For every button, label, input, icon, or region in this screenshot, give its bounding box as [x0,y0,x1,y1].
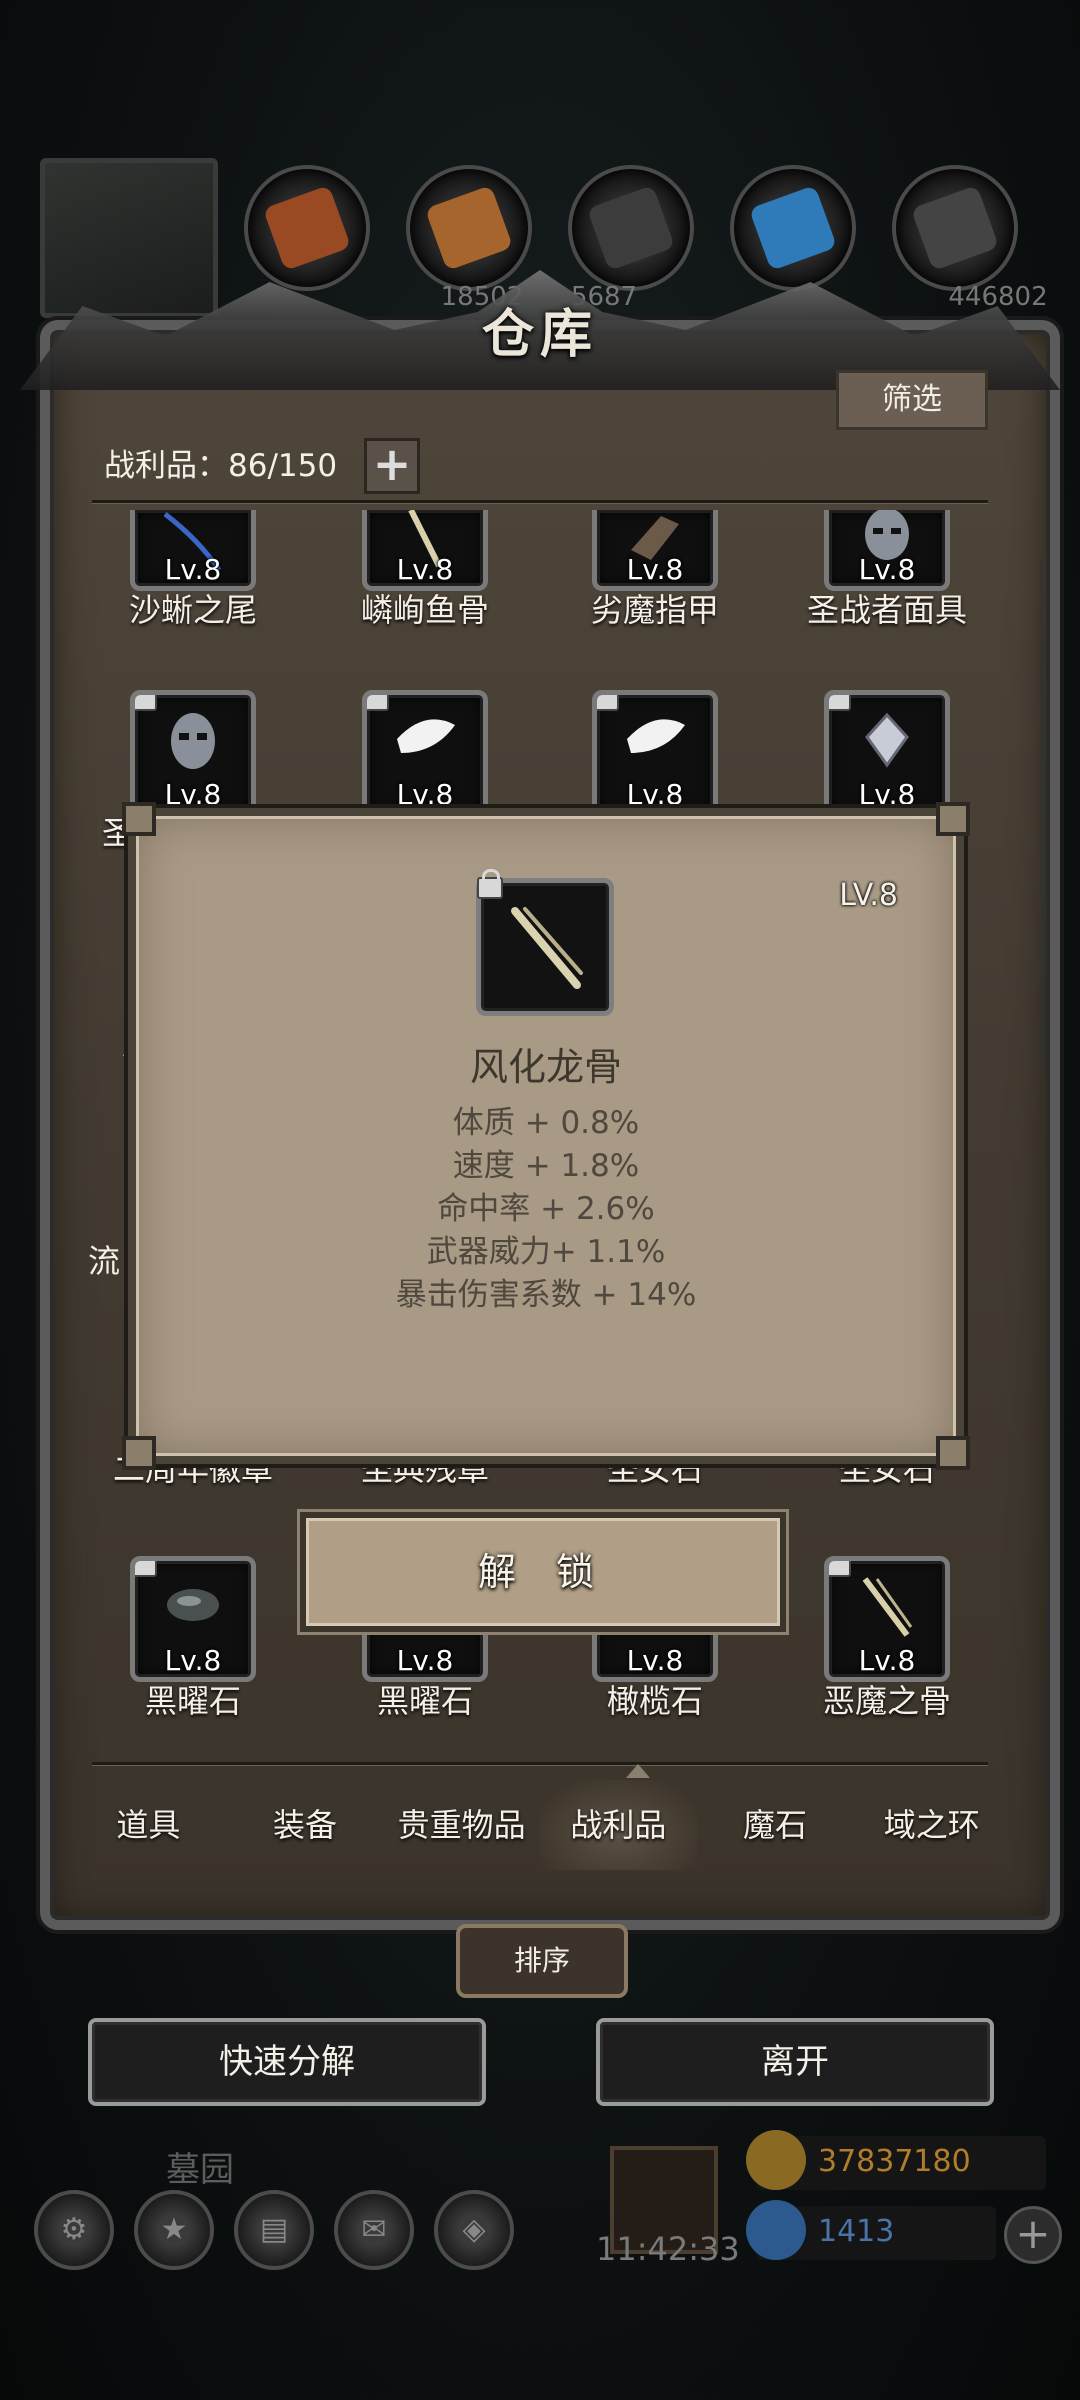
item-name: 劣魔指甲 [590,591,719,629]
item-name: 黑曜石 [144,1682,241,1720]
popup-level: LV.8 [839,878,898,913]
leave-button[interactable]: 离开 [596,2018,994,2106]
lock-icon [829,695,851,711]
item-slot[interactable]: Lv.8 [824,690,950,816]
active-tab-indicator [626,1764,650,1778]
popup-corner [936,802,970,836]
item-slot[interactable]: Lv.8 [592,510,718,591]
resource-slot-3 [568,165,694,291]
gem-icon [746,2200,806,2260]
expand-capacity-button[interactable]: + [364,438,420,494]
tab-valuables[interactable]: 贵重物品 [383,1780,540,1870]
category-tabs: 道具 装备 贵重物品 战利品 魔石 域之环 [70,1780,1010,1870]
clock-time: 11:42:33 [596,2230,740,2268]
trophy-count: 战利品：86/150 [104,448,338,484]
quick-decompose-button[interactable]: 快速分解 [88,2018,486,2106]
dragon-bone-icon [511,907,583,989]
list-item[interactable]: Lv.8 沙蜥之尾 [78,510,308,631]
mail-icon[interactable]: ✉ [334,2190,414,2270]
ore-icon [262,185,352,271]
sort-button[interactable]: 排序 [456,1924,628,1998]
stat-line: 命中率 + 2.6% [437,1191,655,1227]
gem-counter: 1413 [746,2200,996,2260]
popup-corner [122,802,156,836]
divider-top [92,500,988,503]
item-slot[interactable]: Lv.8 [592,690,718,816]
tab-items[interactable]: 道具 [70,1780,227,1870]
title-plate: 仓库 [420,290,660,380]
lock-icon [477,869,503,899]
stat-line: 速度 + 1.8% [452,1148,640,1184]
page-title: 仓库 [481,304,598,365]
stat-line: 暴击伤害系数 + 14% [395,1277,697,1313]
popup-item-name: 风化龙骨 [469,1045,622,1089]
item-slot[interactable]: Lv.8 [362,510,488,591]
item-name: 圣战者面具 [806,591,967,629]
star-icon[interactable]: ★ [134,2190,214,2270]
list-item[interactable]: Lv.8 恶魔之骨 [772,1556,1002,1722]
item-slot[interactable]: Lv.8 [130,1556,256,1682]
feather-icon [397,719,455,753]
dice-icon[interactable]: ◈ [434,2190,514,2270]
tab-equipment[interactable]: 装备 [227,1780,384,1870]
item-slot[interactable]: Lv.8 [824,510,950,591]
list-item[interactable]: Lv.8 [310,690,540,816]
popup-corner [936,1436,970,1470]
wood-icon [424,185,514,271]
add-currency-button[interactable]: + [1004,2206,1062,2264]
crystal-icon [748,185,838,271]
resource-slot-5 [892,165,1018,291]
mask-icon [171,713,215,769]
item-slot[interactable]: Lv.8 [824,1556,950,1682]
resource-slot-4 [730,165,856,291]
divider-bottom [92,1762,988,1765]
tab-domain-rings[interactable]: 域之环 [853,1780,1010,1870]
ingot-icon [910,185,1000,271]
item-name: 橄榄石 [606,1682,703,1720]
item-name: 黑曜石 [376,1682,473,1720]
side-ornament [1040,560,1080,1060]
filter-button[interactable]: 筛选 [836,370,988,430]
list-item[interactable]: Lv.8 嶙峋鱼骨 [310,510,540,631]
resource-slot-1 [244,165,370,291]
popup-corner [122,1436,156,1470]
item-name: 恶魔之骨 [822,1682,951,1720]
resource-slot-2 [406,165,532,291]
lock-icon [135,695,157,711]
location-label: 墓园 [166,2150,234,2190]
list-item[interactable]: Lv.8 劣魔指甲 [540,510,770,631]
list-item[interactable]: Lv.8 圣战者面具 [772,510,1002,631]
lock-icon [829,1561,851,1577]
badge-icon [865,712,909,768]
partial-item-name: 流 [88,1242,121,1280]
lock-icon [367,695,389,711]
stat-line: 武器威力+ 1.1% [426,1234,666,1270]
tab-trophies[interactable]: 战利品 [540,1780,697,1870]
lock-icon [135,1561,157,1577]
item-name: 沙蜥之尾 [128,591,257,629]
stat-line: 体质 + 0.8% [452,1105,640,1141]
list-item[interactable]: Lv.8 [540,690,770,816]
bone-icon [862,1577,913,1637]
character-portrait [40,158,218,318]
tab-magic-stones[interactable]: 魔石 [697,1780,854,1870]
popup-stats: 体质 + 0.8% 速度 + 1.8% 命中率 + 2.6% 武器威力+ 1.1… [136,1102,956,1317]
popup-item-slot [476,869,614,1016]
lock-icon [597,695,619,711]
obsidian-icon [167,1589,219,1621]
settings-icon[interactable]: ⚙ [34,2190,114,2270]
list-item[interactable]: Lv.8 [772,690,1002,816]
scroll-icon[interactable]: ▤ [234,2190,314,2270]
item-slot[interactable]: Lv.8 [362,690,488,816]
gold-counter: 37837180 [746,2130,1046,2190]
list-item[interactable]: Lv.8 黑曜石 [78,1556,308,1722]
item-slot[interactable]: Lv.8 [130,510,256,591]
item-slot[interactable]: Lv.8 [130,690,256,816]
metal-icon [586,185,676,271]
feather-icon [627,719,685,753]
gold-icon [746,2130,806,2190]
unlock-button[interactable]: 解 锁 [300,1512,786,1632]
item-name: 嶙峋鱼骨 [360,591,489,629]
item-detail-popup: LV.8 风化龙骨 体质 + 0.8% 速度 + 1.8% 命中率 + 2.6%… [122,802,970,1470]
